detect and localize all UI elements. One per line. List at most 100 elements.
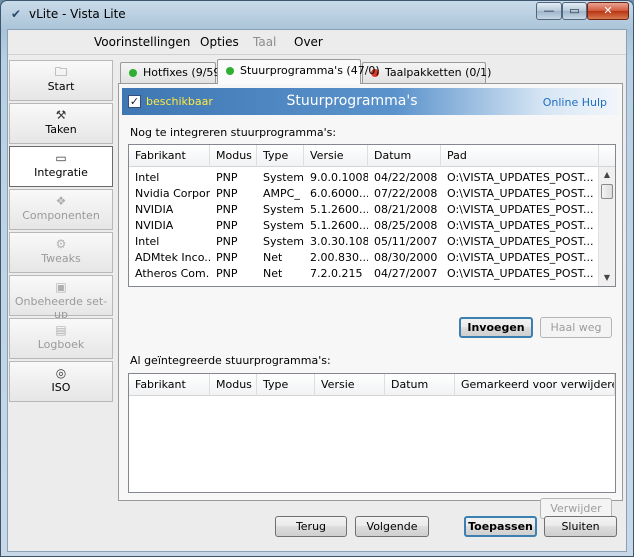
cell-fabrikant: NVIDIA (135, 203, 174, 216)
cell-datum: 08/21/2008 (374, 203, 438, 216)
column-header[interactable]: Modus (210, 374, 257, 396)
log-icon: ▤ (55, 323, 67, 337)
sidebar-item-label: ISO (51, 381, 71, 394)
column-header[interactable]: Pad (441, 145, 599, 167)
list-header: Fabrikant Modus Type Versie Datum Gemark… (129, 374, 615, 396)
cell-datum: 08/30/2000 (374, 251, 438, 264)
cell-versie: 5.1.2600.... (310, 219, 368, 232)
tab-label: Hotfixes (9/59) (143, 66, 225, 79)
tab-stuurprogrammas[interactable]: Stuurprogramma's (47/0) (217, 59, 380, 84)
menu-bar: Voorinstellingen Opties Taal Over (8, 30, 626, 54)
cell-fabrikant: Atheros Com... (135, 267, 210, 280)
cell-fabrikant: Nvidia Corpor... (135, 187, 210, 200)
sidebar-item-taken[interactable]: ⚒ Taken (9, 103, 113, 144)
cell-modus: PNP (216, 235, 238, 248)
sidebar-item-label: Integratie (34, 166, 88, 179)
table-row[interactable]: Intel PNP System 9.0.0.1008 04/22/2008 O… (129, 170, 597, 186)
cell-datum: 05/11/2007 (374, 235, 438, 248)
tab-label: Stuurprogramma's (47/0) (240, 64, 380, 77)
sidebar-item-logboek[interactable]: ▤ Logboek (9, 318, 113, 359)
integrated-list-label: Al geïntegreerde stuurprogramma's: (130, 354, 331, 367)
cell-fabrikant: Intel (135, 235, 160, 248)
cell-type: System (263, 219, 304, 232)
tab-hotfixes[interactable]: Hotfixes (9/59) (120, 62, 225, 83)
tab-panel: ✓ beschikbaar Stuurprogramma's Online Hu… (118, 83, 623, 519)
cell-pad: O:\VISTA_UPDATES_POST... (447, 267, 594, 280)
table-row[interactable]: NVIDIA PNP System 5.1.2600.... 08/25/200… (129, 218, 597, 234)
tab-label: Taalpakketten (0/1) (385, 66, 492, 79)
table-row[interactable]: Nvidia Corpor... PNP AMPC_ 6.0.6000.... … (129, 186, 597, 202)
sidebar-item-label: Start (47, 80, 75, 93)
sidebar-item-integratie[interactable]: ▭ Integratie (9, 146, 113, 187)
sidebar-item-tweaks[interactable]: ⚙ Tweaks (9, 232, 113, 273)
vertical-scrollbar[interactable]: ▲ ▼ (598, 167, 615, 286)
column-header[interactable]: Versie (315, 374, 385, 396)
column-header[interactable]: Type (257, 145, 304, 167)
cell-type: System (263, 203, 304, 216)
maximize-button[interactable]: ▭ (562, 2, 587, 20)
cell-pad: O:\VISTA_UPDATES_POST... (447, 235, 594, 248)
tab-taalpakketten[interactable]: Taalpakketten (0/1) (362, 62, 491, 83)
cell-versie: 5.1.2600.... (310, 203, 368, 216)
close-app-button[interactable]: Sluiten (544, 516, 617, 537)
menu-voorinstellingen[interactable]: Voorinstellingen (94, 35, 190, 49)
cell-modus: PNP (216, 251, 238, 264)
status-dot-icon (129, 69, 137, 77)
apply-button[interactable]: Toepassen (464, 516, 537, 537)
sidebar-item-label: Taken (45, 123, 77, 136)
cell-fabrikant: ADMtek Inco... (135, 251, 210, 264)
column-header[interactable]: Modus (210, 145, 257, 167)
cell-pad: O:\VISTA_UPDATES_POST... (447, 171, 594, 184)
insert-button[interactable]: Invoegen (459, 317, 533, 338)
cell-versie: 2.00.830.... (310, 251, 368, 264)
setup-icon: ▣ (55, 280, 67, 294)
column-header[interactable]: Fabrikant (129, 145, 210, 167)
column-header[interactable]: Datum (385, 374, 455, 396)
cell-pad: O:\VISTA_UPDATES_POST... (447, 203, 594, 216)
table-row[interactable]: ADMtek Inco... PNP Net 2.00.830.... 08/3… (129, 250, 597, 266)
table-row[interactable]: Intel PNP System 3.0.30.1086 05/11/2007 … (129, 234, 597, 250)
cell-versie: 7.2.0.215 (310, 267, 363, 280)
banner: ✓ beschikbaar Stuurprogramma's Online Hu… (122, 88, 619, 115)
app-window: ✔ vLite - Vista Lite — ▭ ✕ Voorinstellin… (0, 0, 634, 557)
integrated-drivers-list[interactable]: Fabrikant Modus Type Versie Datum Gemark… (128, 373, 616, 493)
column-header[interactable]: Versie (304, 145, 368, 167)
scroll-down-icon[interactable]: ▼ (599, 270, 615, 286)
minimize-button[interactable]: — (536, 2, 562, 20)
pending-list-label: Nog te integreren stuurprogramma's: (130, 126, 337, 139)
pending-drivers-list[interactable]: Fabrikant Modus Type Versie Datum Pad In… (128, 144, 616, 287)
drive-icon: ▭ (55, 151, 67, 165)
menu-over[interactable]: Over (294, 35, 323, 49)
cell-pad: O:\VISTA_UPDATES_POST... (447, 187, 594, 200)
column-header[interactable]: Fabrikant (129, 374, 210, 396)
cell-modus: PNP (216, 171, 238, 184)
cell-modus: PNP (216, 203, 238, 216)
components-icon: ❖ (55, 194, 67, 208)
cell-type: AMPC_ (263, 187, 300, 200)
column-header[interactable]: Gemarkeerd voor verwijderen (455, 374, 615, 396)
sidebar-item-iso[interactable]: ◎ ISO (9, 361, 113, 402)
sidebar-item-componenten[interactable]: ❖ Componenten (9, 189, 113, 230)
sidebar-item-label: Componenten (22, 209, 100, 222)
cell-versie: 9.0.0.1008 (310, 171, 368, 184)
back-button[interactable]: Terug (275, 516, 347, 537)
next-button[interactable]: Volgende (355, 516, 429, 537)
cell-datum: 08/25/2008 (374, 219, 438, 232)
cell-modus: PNP (216, 187, 238, 200)
table-row[interactable]: NVIDIA PNP System 5.1.2600.... 08/21/200… (129, 202, 597, 218)
scroll-thumb[interactable] (601, 184, 613, 199)
cell-datum: 04/22/2008 (374, 171, 438, 184)
title-bar[interactable]: ✔ vLite - Vista Lite — ▭ ✕ (1, 1, 633, 27)
scroll-up-icon[interactable]: ▲ (599, 167, 615, 183)
close-button[interactable]: ✕ (587, 2, 629, 20)
remove-button[interactable]: Haal weg (540, 317, 612, 338)
table-row[interactable]: Atheros Com... PNP Net 7.2.0.215 04/27/2… (129, 266, 597, 282)
menu-taal[interactable]: Taal (253, 35, 276, 49)
cell-type: Net (263, 251, 283, 264)
column-header[interactable]: Datum (368, 145, 441, 167)
online-help-link[interactable]: Online Hulp (543, 96, 607, 109)
column-header[interactable]: Type (257, 374, 315, 396)
sidebar-item-start[interactable]: 🗀 Start (9, 60, 113, 101)
menu-opties[interactable]: Opties (200, 35, 239, 49)
sidebar-item-onbeheerde-set-up[interactable]: ▣ Onbeheerde set-up (9, 275, 113, 321)
